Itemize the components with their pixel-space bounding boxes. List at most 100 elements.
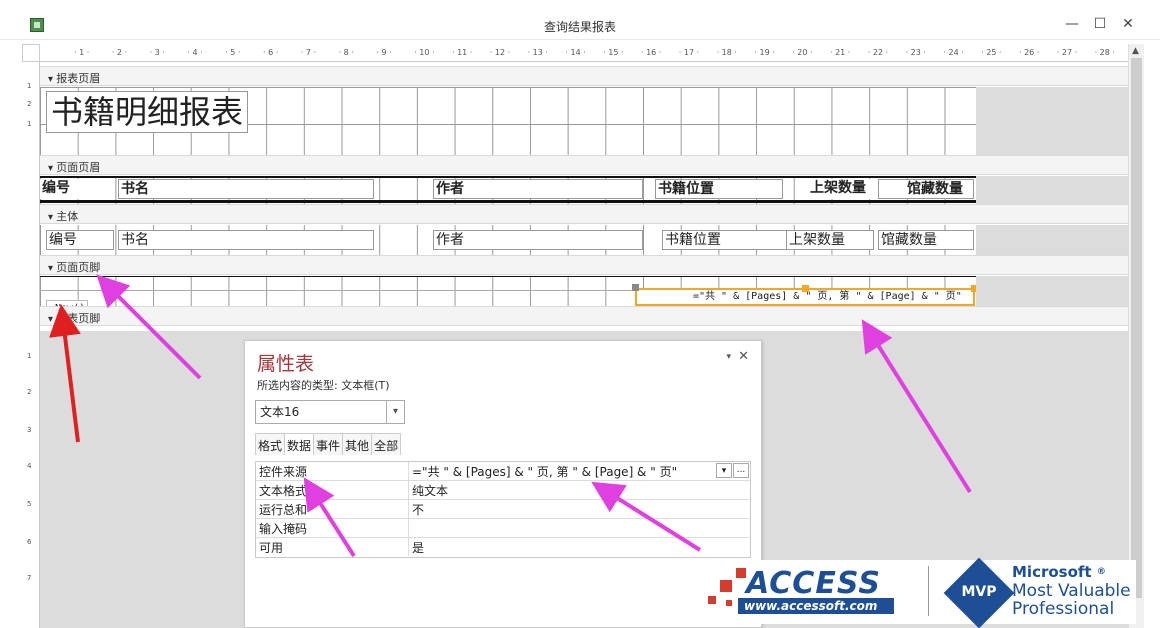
- ruler-number: 2: [27, 100, 32, 108]
- ruler-number: · 17 ·: [678, 48, 700, 57]
- property-value[interactable]: 不: [412, 500, 750, 518]
- property-value-input[interactable]: ="共 " & [Pages] & " 页, 第 " & [Page] & " …: [412, 462, 712, 480]
- dropdown-icon[interactable]: ▾: [726, 352, 731, 362]
- section-label: 页面页眉: [48, 159, 100, 175]
- report-header-band[interactable]: 书籍明细报表: [40, 87, 976, 155]
- ruler-number: · 6 ·: [263, 48, 279, 57]
- vertical-scrollbar[interactable]: ▲: [1128, 44, 1144, 628]
- detail-field-id[interactable]: 编号: [46, 230, 114, 250]
- ruler-number: · 20 ·: [792, 48, 813, 57]
- accessoft-mvp-logo: ACCESS www.accessoft.com MVP Microsoft ®…: [696, 557, 1136, 628]
- close-button[interactable]: ✕: [1118, 14, 1138, 34]
- section-label: 主体: [48, 208, 78, 224]
- section-page-header[interactable]: 页面页眉: [40, 155, 1128, 175]
- ruler-number: · 19 ·: [754, 48, 775, 57]
- control-selector[interactable]: 文本16 ▾: [255, 400, 405, 424]
- chevron-down-icon[interactable]: ▾: [716, 463, 732, 478]
- page-header-band[interactable]: 编号 书名 作者 书籍位置 上架数量 馆藏数量: [40, 176, 976, 204]
- detail-field-stock-qty[interactable]: 馆藏数量: [878, 230, 974, 250]
- detail-gray: [976, 225, 1128, 255]
- window-title: 查询结果报表: [543, 20, 616, 34]
- section-report-header[interactable]: 报表页眉: [40, 66, 1128, 86]
- ruler-number: · 28 ·: [1094, 48, 1115, 57]
- header-label-name[interactable]: 书名: [118, 179, 374, 199]
- section-detail[interactable]: 主体: [40, 204, 1128, 224]
- logo-square: [726, 600, 732, 606]
- detail-band[interactable]: 编号 书名 作者 书籍位置 上架数量 馆藏数量: [40, 225, 976, 255]
- logo-divider: [928, 566, 929, 616]
- ruler-corner[interactable]: [22, 44, 40, 62]
- property-key: 可用: [256, 538, 409, 556]
- page-footer-band[interactable]: =Now() ="共 " & [Pages] & " 页, 第 " & [Pag…: [40, 276, 978, 316]
- section-page-footer[interactable]: 页面页脚: [40, 255, 1128, 275]
- mvp-text: MVP: [961, 584, 997, 600]
- detail-field-name[interactable]: 书名: [118, 230, 374, 250]
- section-label: 页面页脚: [48, 259, 100, 275]
- ruler-number: · 13 ·: [527, 48, 548, 57]
- property-value[interactable]: 纯文本: [412, 481, 750, 499]
- property-grid: 控件来源 ="共 " & [Pages] & " 页, 第 " & [Page]…: [255, 461, 751, 558]
- tab-all[interactable]: 全部: [371, 433, 402, 455]
- ruler-number: · 10 ·: [414, 48, 435, 57]
- property-key: 运行总和: [256, 500, 409, 518]
- report-title-label[interactable]: 书籍明细报表: [46, 91, 249, 133]
- property-value[interactable]: 是: [412, 538, 750, 556]
- page-footer-gray: [976, 276, 1128, 306]
- property-tabs: 格式 数据 事件 其他 全部: [255, 433, 402, 455]
- property-sheet: 属性表 ▾ ✕ 所选内容的类型: 文本框(T) 文本16 ▾ 格式 数据 事件 其他全…: [244, 340, 762, 628]
- ruler-number: 4: [27, 462, 32, 470]
- builder-button[interactable]: ...: [733, 463, 749, 478]
- property-row[interactable]: 可用 是: [256, 538, 750, 557]
- property-row[interactable]: 文本格式 纯文本: [256, 481, 750, 500]
- detail-field-location[interactable]: 书籍位置: [662, 230, 788, 250]
- ruler-number: · 3 ·: [149, 48, 165, 57]
- ruler-number: · 7 ·: [300, 48, 317, 57]
- header-label-shelf-qty[interactable]: 上架数量: [808, 179, 874, 199]
- section-report-footer[interactable]: 报表页脚: [40, 306, 1128, 326]
- tab-data[interactable]: 数据: [284, 433, 315, 455]
- report-header-gray: [976, 87, 1128, 155]
- tab-other[interactable]: 其他: [342, 433, 373, 455]
- tab-format[interactable]: 格式: [255, 433, 286, 455]
- property-row[interactable]: 输入掩码: [256, 519, 750, 538]
- maximize-button[interactable]: ☐: [1090, 14, 1110, 34]
- resize-handle[interactable]: [802, 285, 809, 292]
- ruler-number: · 15 ·: [603, 48, 624, 57]
- ruler-number: · 14 ·: [565, 48, 586, 57]
- ruler-number: · 11 ·: [452, 48, 473, 57]
- ruler-number: · 22 ·: [867, 48, 889, 57]
- property-row[interactable]: 控件来源 ="共 " & [Pages] & " 页, 第 " & [Page]…: [256, 462, 750, 481]
- window-titlebar: 查询结果报表 — ☐ ✕: [0, 0, 1160, 40]
- detail-field-shelf-qty[interactable]: 上架数量: [786, 230, 874, 250]
- detail-field-author[interactable]: 作者: [433, 230, 643, 250]
- ruler-number: · 21 ·: [830, 48, 851, 57]
- property-key: 文本格式: [256, 481, 409, 499]
- property-row[interactable]: 运行总和 不: [256, 500, 750, 519]
- tab-event[interactable]: 事件: [313, 433, 344, 455]
- ruler-number: · 4 ·: [187, 48, 203, 57]
- horizontal-ruler: · 1 · · 2 · · 3 · · 4 · · 5 · · 6 · · 7 · · 8 ·…: [40, 44, 1128, 62]
- header-label-id[interactable]: 编号: [40, 179, 108, 199]
- ruler-number: · 8 ·: [338, 48, 354, 57]
- section-label: 报表页脚: [48, 310, 100, 326]
- ruler-number: · 16 ·: [641, 48, 662, 57]
- ruler-number: 3: [27, 426, 32, 434]
- header-label-stock-qty[interactable]: 馆藏数量: [878, 179, 974, 199]
- ruler-number: 1: [27, 120, 32, 128]
- mvp-line-2: Professional: [1012, 599, 1115, 619]
- scroll-up-icon[interactable]: ▲: [1132, 46, 1139, 56]
- header-label-author[interactable]: 作者: [433, 179, 643, 199]
- ruler-number: · 1 ·: [74, 48, 90, 57]
- logo-access-text: ACCESS: [746, 566, 881, 601]
- ruler-number: · 5 ·: [225, 48, 241, 57]
- section-label: 报表页眉: [48, 70, 100, 86]
- ruler-number: · 2 ·: [111, 48, 128, 57]
- property-value[interactable]: [412, 519, 750, 537]
- chevron-down-icon[interactable]: ▾: [386, 401, 404, 423]
- ruler-number: 5: [27, 500, 32, 508]
- header-label-location[interactable]: 书籍位置: [655, 179, 783, 199]
- minimize-button[interactable]: —: [1062, 14, 1082, 34]
- move-handle[interactable]: [632, 284, 639, 291]
- close-icon[interactable]: ✕: [738, 349, 749, 364]
- scroll-thumb[interactable]: [1131, 58, 1142, 598]
